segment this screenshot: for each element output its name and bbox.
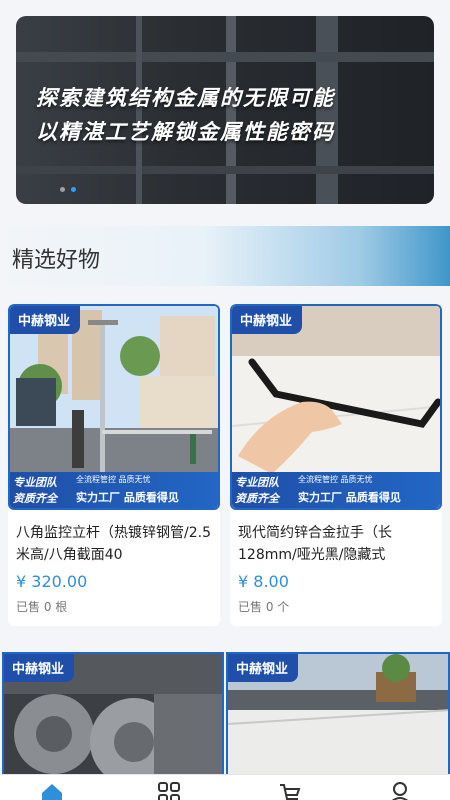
tag-qualified: 资质齐全 [13, 492, 57, 505]
product-sold-count: 已售 0 个 [238, 600, 290, 614]
product-title[interactable]: 八角监控立杆（热镀锌钢管/2.5米高/八角截面40 [16, 522, 212, 566]
cart-icon [280, 784, 301, 800]
tag-process: 全流程管控 品质无忧 [298, 475, 373, 484]
carousel-dot-active[interactable] [71, 187, 76, 192]
tab-cart[interactable] [278, 781, 302, 800]
user-icon [391, 782, 409, 800]
brand-badge: 中赫钢业 [4, 654, 75, 682]
product-price: ¥ 8.00 [238, 572, 289, 591]
product-image: 中赫钢业 [226, 652, 450, 774]
product-title[interactable]: 现代简约锌合金拉手（长128mm/哑光黑/隐藏式 [238, 522, 434, 566]
hero-banner[interactable]: 探索建筑结构金属的无限可能 以精湛工艺解锁金属性能密码 [16, 16, 434, 204]
tab-home[interactable] [40, 781, 64, 800]
grid-icon [158, 782, 180, 800]
tag-process: 全流程管控 品质无忧 [76, 475, 151, 484]
brand-badge: 中赫钢业 [10, 306, 81, 334]
product-card[interactable]: 中赫钢业 专业团队 资质齐全 全流程管控 品质无忧 实力工厂 品质看得见 八角监… [8, 304, 220, 626]
product-sold-count: 已售 0 根 [16, 600, 68, 614]
carousel-dot[interactable] [60, 187, 65, 192]
featured-section-header: 精选好物 [0, 226, 450, 286]
brand-badge: 中赫钢业 [228, 654, 299, 682]
tag-qualified: 资质齐全 [235, 492, 279, 505]
section-title: 精选好物 [12, 248, 101, 273]
promo-strip: 专业团队 资质齐全 全流程管控 品质无忧 实力工厂 品质看得见 [10, 472, 218, 508]
product-card[interactable]: 中赫钢业 [226, 652, 450, 774]
banner-headline-2: 以精湛工艺解锁金属性能密码 [36, 120, 335, 144]
product-image: 中赫钢业 [2, 652, 224, 774]
carousel-indicator[interactable] [60, 187, 76, 192]
promo-strip: 专业团队 资质齐全 全流程管控 品质无忧 实力工厂 品质看得见 [232, 472, 440, 508]
product-image: 中赫钢业 专业团队 资质齐全 全流程管控 品质无忧 实力工厂 品质看得见 [230, 304, 442, 510]
tag-factory: 实力工厂 品质看得见 [76, 491, 179, 504]
bottom-tab-bar [0, 774, 450, 800]
product-image: 中赫钢业 专业团队 资质齐全 全流程管控 品质无忧 实力工厂 品质看得见 [8, 304, 220, 510]
tag-team: 专业团队 [235, 476, 279, 489]
brand-badge: 中赫钢业 [232, 306, 303, 334]
tab-profile[interactable] [388, 781, 412, 800]
banner-headline-1: 探索建筑结构金属的无限可能 [36, 86, 335, 110]
product-price: ¥ 320.00 [16, 572, 88, 591]
tag-team: 专业团队 [13, 476, 57, 489]
tag-factory: 实力工厂 品质看得见 [298, 491, 401, 504]
product-card[interactable]: 中赫钢业 专业团队 资质齐全 全流程管控 品质无忧 实力工厂 品质看得见 现代简… [230, 304, 442, 626]
product-card[interactable]: 中赫钢业 [2, 652, 224, 774]
home-icon [42, 784, 62, 800]
tab-category[interactable] [157, 781, 181, 800]
